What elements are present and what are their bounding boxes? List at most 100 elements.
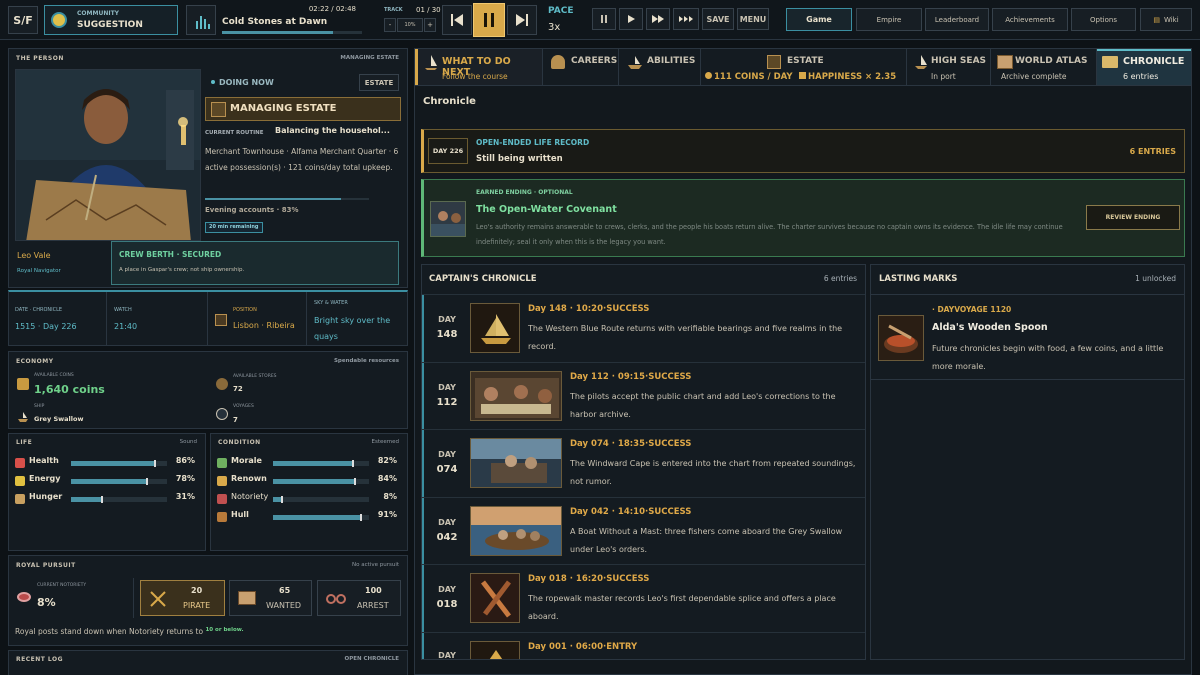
chronicle-entry[interactable]: DAY 148 Day 148 · 10:20·SUCCESS The West… bbox=[422, 294, 865, 361]
logo-button[interactable]: S/F bbox=[8, 6, 38, 34]
chronicle-view: Chronicle DAY 226 OPEN-ENDED LIFE RECORD… bbox=[414, 86, 1192, 675]
time-remaining-badge: 20 min remaining bbox=[205, 222, 263, 233]
skip-previous-icon bbox=[451, 14, 463, 26]
estate-icon bbox=[767, 55, 781, 69]
fastest-forward-icon bbox=[679, 16, 693, 22]
lasting-mark-item[interactable]: · DAYVOYAGE 1120 Alda's Wooden Spoon Fut… bbox=[871, 294, 1184, 380]
tab-world-atlas[interactable]: WORLD ATLAS Archive complete bbox=[991, 49, 1097, 85]
chronicle-entry[interactable]: DAY 042 Day 042 · 14:10·SUCCESS A Boat W… bbox=[422, 496, 865, 564]
coins-per-day-value: 111 COINS / DAY bbox=[714, 72, 793, 82]
condition-panel: CONDITION Esteemed Morale 82% Renown 84%… bbox=[210, 433, 408, 551]
community-mode-selector[interactable]: COMMUNITY SUGGESTION bbox=[44, 5, 178, 35]
entry-heading: Day 001 · 06:00·ENTRY bbox=[528, 641, 638, 652]
pursuit-panel: ROYAL PURSUIT No active pursuit CURRENT … bbox=[8, 555, 408, 646]
equalizer-icon[interactable] bbox=[186, 5, 216, 35]
evening-accounts-label: Evening accounts · 83% bbox=[205, 206, 299, 214]
tab-abilities[interactable]: ABILITIES bbox=[619, 49, 701, 85]
person-name: Leo Vale bbox=[17, 251, 51, 260]
tab-estate[interactable]: ESTATE 111 COINS / DAY HAPPINESS × 2.35 bbox=[701, 49, 907, 85]
pursuit-level-pirate[interactable]: 20 PIRATE bbox=[140, 580, 225, 616]
fast-forward-icon bbox=[652, 15, 664, 23]
chronicle-entry[interactable]: DAY 018 Day 018 · 16:20·SUCCESS The rope… bbox=[422, 564, 865, 631]
stat-row-energy: Energy 78% bbox=[15, 474, 201, 488]
pursuit-note-text: Royal posts stand down when Notoriety re… bbox=[15, 627, 204, 636]
happiness-icon bbox=[799, 72, 806, 79]
sail-icon bbox=[915, 55, 927, 69]
track-progress[interactable] bbox=[222, 31, 362, 34]
chronicle-entry[interactable]: DAY 112 Day 112 · 09:15·SUCCESS The pilo… bbox=[422, 361, 865, 429]
tab-high-seas[interactable]: HIGH SEAS In port bbox=[907, 49, 991, 85]
stores-value: 72 bbox=[233, 385, 243, 393]
stat-label: Hunger bbox=[29, 492, 63, 501]
stat-value: 84% bbox=[377, 474, 397, 483]
nav-empire-tab[interactable]: Empire bbox=[856, 8, 922, 31]
notoriety-card: CURRENT NOTORIETY 8% bbox=[9, 578, 134, 618]
crew-berth-title: CREW BERTH · SECURED bbox=[119, 250, 222, 259]
ship-label: SHIP bbox=[34, 404, 45, 409]
save-button[interactable]: SAVE bbox=[702, 8, 734, 30]
tab-what-to-do-next[interactable]: WHAT TO DO NEXT Follow the course bbox=[415, 49, 543, 85]
music-player: 02:22 / 02:48 Cold Stones at Dawn bbox=[186, 5, 376, 35]
entry-thumbnail bbox=[470, 640, 520, 659]
date-cell: DATE · CHRONICLE 1515 · Day 226 bbox=[9, 292, 107, 346]
track-title: Cold Stones at Dawn bbox=[222, 17, 328, 27]
pursuit-level-wanted[interactable]: 65 WANTED bbox=[229, 580, 312, 616]
entry-text: The Western Blue Route returns with veri… bbox=[528, 324, 843, 351]
pace-pause-button[interactable] bbox=[592, 8, 616, 30]
next-track-button[interactable] bbox=[507, 5, 537, 35]
ship-value: Grey Swallow bbox=[34, 415, 84, 423]
person-title: Royal Navigator bbox=[17, 268, 61, 274]
entry-day-number: 042 bbox=[436, 531, 458, 543]
stat-label: Notoriety bbox=[231, 492, 269, 501]
stat-label: Hull bbox=[231, 510, 249, 519]
nav-wiki-tab[interactable]: ▤ Wiki bbox=[1140, 8, 1192, 31]
chronicle-entry[interactable]: DAY 074 Day 074 · 18:35·SUCCESS The Wind… bbox=[422, 429, 865, 496]
condition-status: Esteemed bbox=[371, 439, 400, 445]
nav-game-tab[interactable]: Game bbox=[786, 8, 852, 31]
happiness-multiplier: HAPPINESS × 2.35 bbox=[799, 72, 896, 82]
evening-accounts-bar bbox=[205, 198, 369, 200]
volume-up-button[interactable]: + bbox=[424, 18, 436, 32]
nav-options-tab[interactable]: Options bbox=[1071, 8, 1136, 31]
stat-bar bbox=[273, 478, 369, 485]
previous-track-button[interactable] bbox=[442, 5, 472, 35]
entry-thumbnail bbox=[470, 303, 520, 353]
estate-tag[interactable]: ESTATE bbox=[359, 74, 399, 91]
tab-chronicle[interactable]: CHRONICLE 6 entries bbox=[1097, 49, 1191, 85]
wanted-threshold: 65 bbox=[279, 586, 291, 595]
entry-day-number: 074 bbox=[436, 464, 458, 475]
book-icon: ▤ bbox=[1153, 15, 1160, 24]
stat-bar bbox=[273, 514, 369, 521]
entry-heading: Day 148 · 10:20·SUCCESS bbox=[528, 304, 650, 314]
volume-down-button[interactable]: - bbox=[384, 18, 396, 32]
nav-achievements-tab[interactable]: Achievements bbox=[992, 8, 1068, 31]
chronicle-entry[interactable]: DAY Day 001 · 06:00·ENTRY bbox=[422, 631, 865, 659]
position-value: Lisbon · Ribeira bbox=[233, 321, 295, 330]
coin-icon bbox=[705, 72, 712, 79]
pace-label: PACE bbox=[548, 6, 574, 16]
happiness-value: HAPPINESS × 2.35 bbox=[808, 72, 897, 82]
stat-bar bbox=[71, 460, 167, 467]
entry-text: The pilots accept the public chart and a… bbox=[570, 391, 836, 419]
pace-fast-button[interactable] bbox=[646, 8, 670, 30]
track-time: 02:22 / 02:48 bbox=[308, 5, 356, 13]
captains-chronicle-header: CAPTAIN'S CHRONICLE bbox=[429, 274, 537, 284]
pace-fastest-button[interactable] bbox=[673, 8, 699, 30]
review-ending-button[interactable]: REVIEW ENDING bbox=[1086, 205, 1180, 230]
pace-play-button[interactable] bbox=[619, 8, 643, 30]
record-entry-count: 6 ENTRIES bbox=[1129, 147, 1176, 156]
open-chronicle-link[interactable]: OPEN CHRONICLE bbox=[345, 656, 399, 662]
tab-careers[interactable]: CAREERS bbox=[543, 49, 619, 85]
entry-heading: Day 018 · 16:20·SUCCESS bbox=[528, 574, 650, 584]
pursuit-level-arrest[interactable]: 100 ARREST bbox=[317, 580, 401, 616]
watch-cell: WATCH 21:40 bbox=[108, 292, 208, 346]
tab-title: WORLD ATLAS bbox=[1015, 56, 1088, 66]
stat-bar bbox=[71, 478, 167, 485]
pursuit-header: ROYAL PURSUIT bbox=[16, 562, 76, 569]
menu-button[interactable]: MENU bbox=[737, 8, 769, 30]
entry-heading: Day 042 · 14:10·SUCCESS bbox=[570, 506, 692, 517]
estate-icon bbox=[211, 102, 226, 117]
compass-icon bbox=[216, 408, 228, 420]
nav-leaderboard-tab[interactable]: Leaderboard bbox=[925, 8, 989, 31]
pause-button[interactable] bbox=[473, 3, 505, 37]
